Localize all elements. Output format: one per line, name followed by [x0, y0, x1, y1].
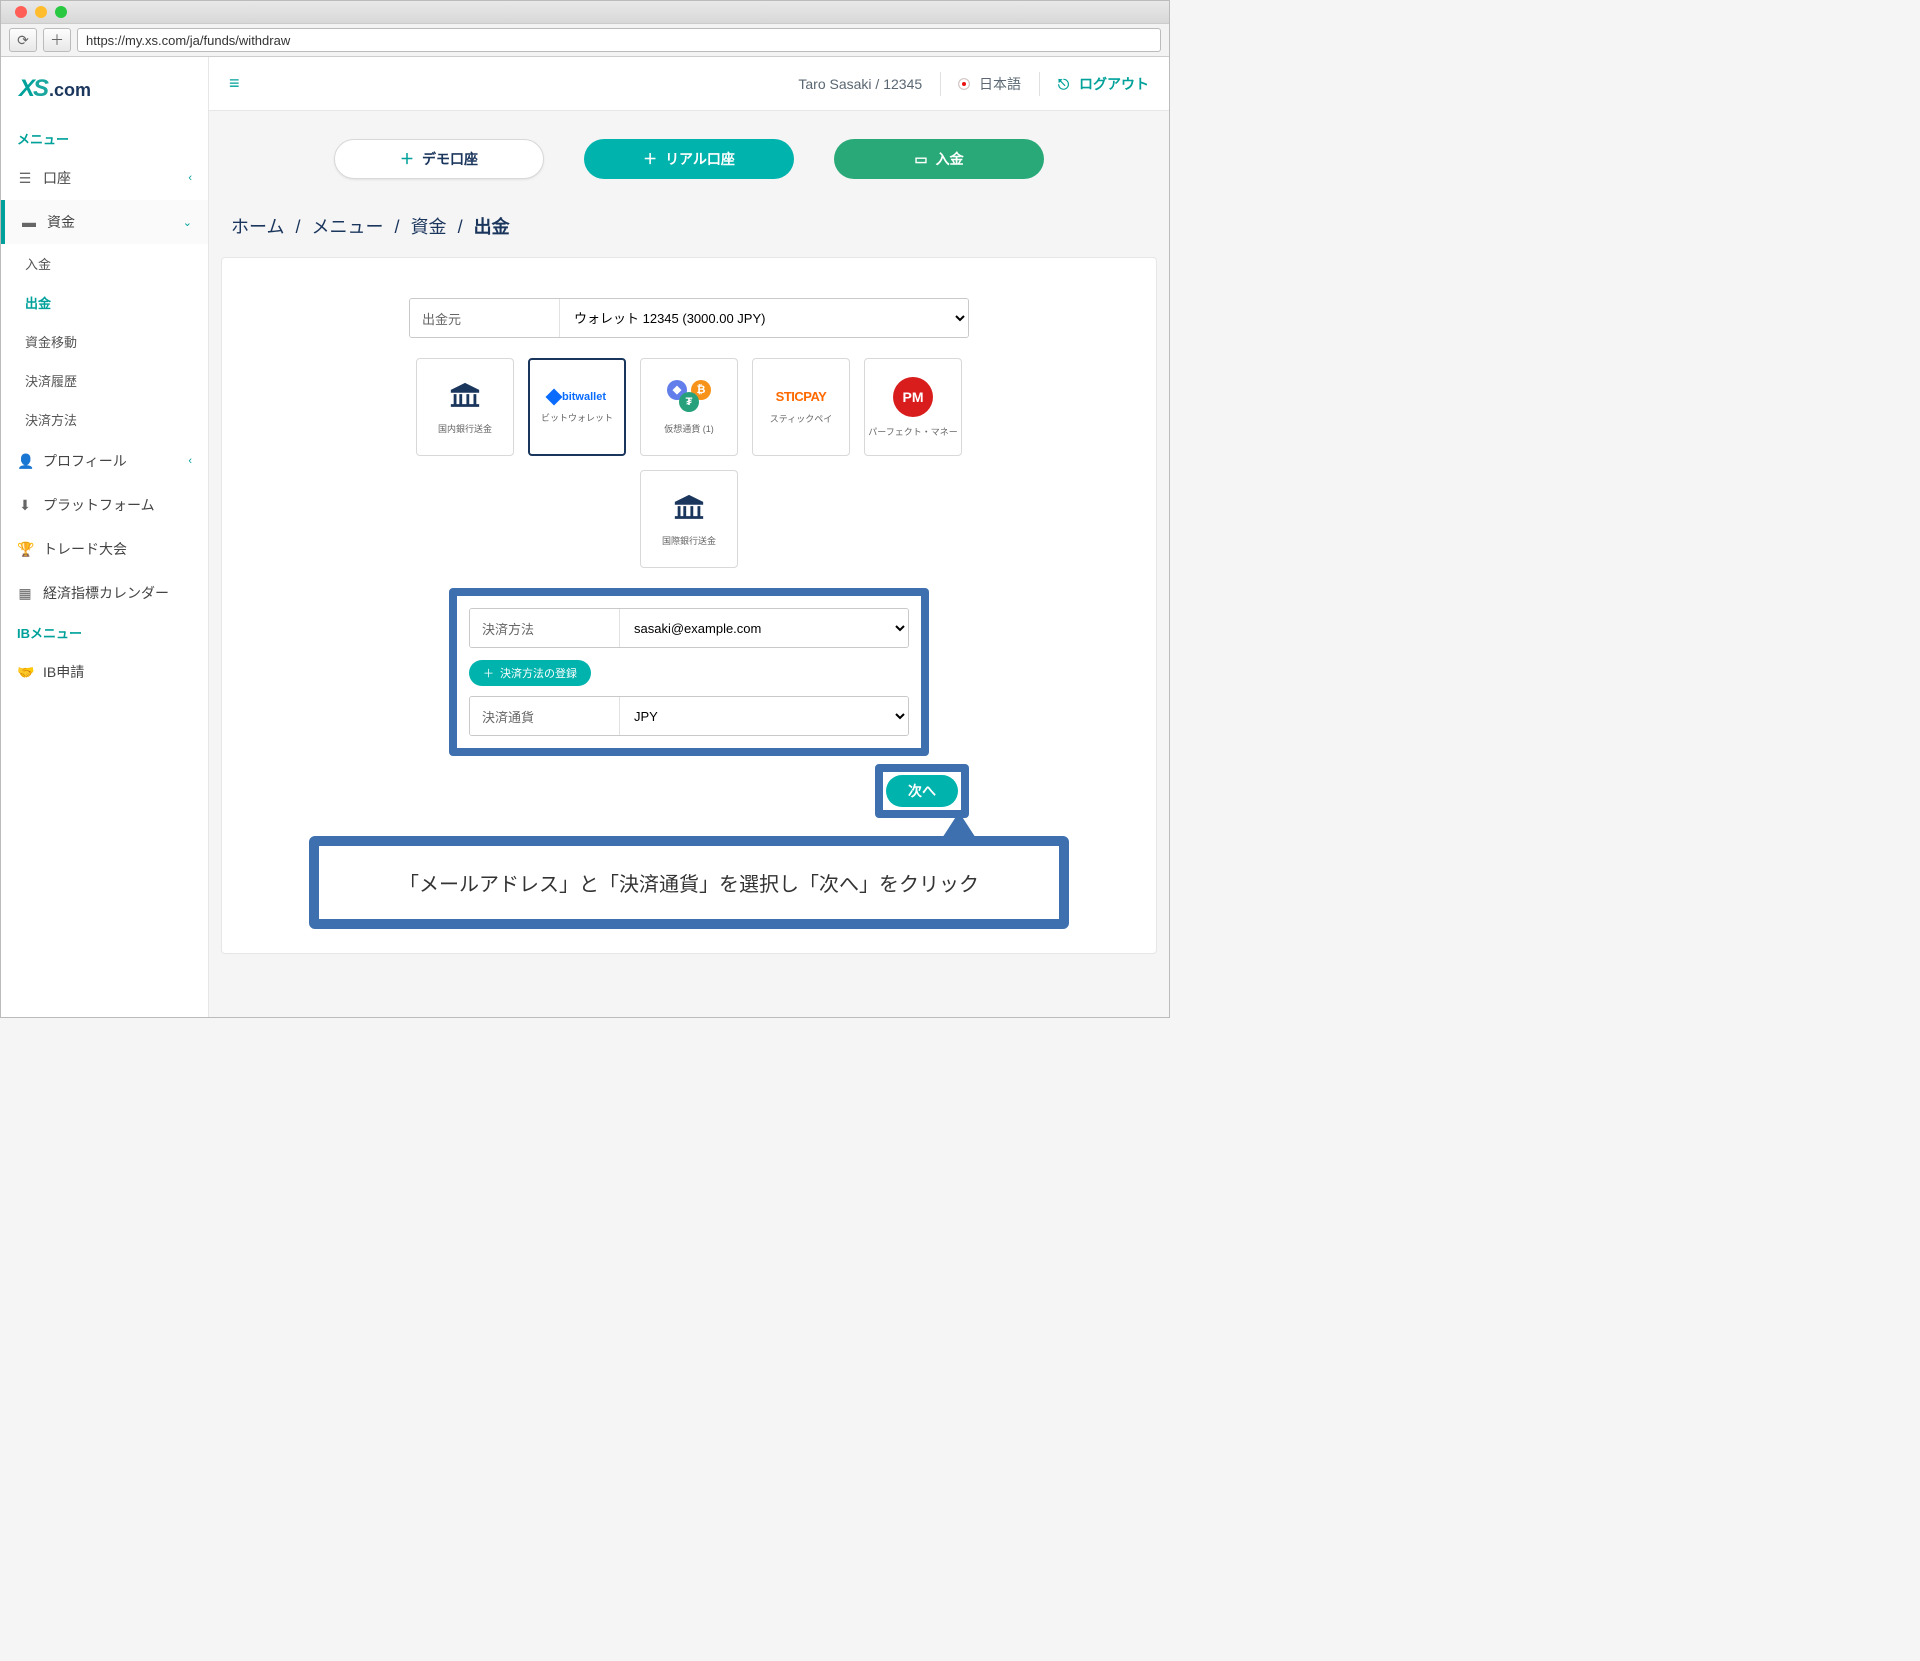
- crumb-funds[interactable]: 資金: [411, 217, 447, 237]
- window-min-icon[interactable]: [35, 6, 47, 18]
- list-icon: ☰: [17, 170, 33, 187]
- chevron-left-icon: ‹: [188, 455, 192, 467]
- language-switch[interactable]: 日本語: [959, 74, 1021, 94]
- crumb-menu[interactable]: メニュー: [312, 217, 384, 237]
- nav-ib-apply[interactable]: 🤝 IB申請: [1, 650, 208, 694]
- method-sticpay[interactable]: STICPAY スティックペイ: [752, 358, 850, 456]
- topbar: ≡ Taro Sasaki / 12345 日本語 ⎋ ログアウト: [209, 57, 1169, 111]
- url-text: https://my.xs.com/ja/funds/withdraw: [86, 33, 290, 48]
- browser-window: ⟳ ＋ https://my.xs.com/ja/funds/withdraw …: [0, 0, 1170, 1018]
- nav-profile[interactable]: 👤 プロフィール ‹: [1, 439, 208, 483]
- crypto-icon: ◆₿₮: [667, 380, 711, 414]
- method-perfect-money[interactable]: PM パーフェクト・マネー: [864, 358, 962, 456]
- withdraw-panel: 出金元 ウォレット 12345 (3000.00 JPY) 国内銀行送金: [221, 257, 1157, 954]
- open-live-button[interactable]: ＋ リアル口座: [584, 139, 794, 179]
- chevron-left-icon: ‹: [188, 172, 192, 184]
- handshake-icon: 🤝: [17, 664, 33, 681]
- browser-titlebar: [1, 1, 1169, 23]
- source-label: 出金元: [410, 299, 560, 337]
- bank-icon: [448, 380, 482, 414]
- currency-select[interactable]: JPY: [620, 697, 908, 735]
- deposit-button[interactable]: ▭ 入金: [834, 139, 1044, 179]
- app: X S .com メニュー ☰ 口座 ‹ ▬ 資金 ⌄ 入金 出金 資金移動 決…: [1, 57, 1169, 1017]
- payment-method-field: 決済方法 sasaki@example.com: [469, 608, 909, 648]
- currency-label: 決済通貨: [470, 697, 620, 735]
- ib-menu-header: IBメニュー: [1, 615, 208, 650]
- nav-platform[interactable]: ⬇ プラットフォーム: [1, 483, 208, 527]
- highlight-next: 次へ: [875, 764, 969, 818]
- address-bar[interactable]: https://my.xs.com/ja/funds/withdraw: [77, 28, 1161, 52]
- window-close-icon[interactable]: [15, 6, 27, 18]
- plus-icon: ＋: [483, 665, 494, 681]
- nav-contest[interactable]: 🏆 トレード大会: [1, 527, 208, 571]
- bank-icon: [672, 492, 706, 526]
- crumb-current: 出金: [474, 217, 510, 237]
- withdrawal-methods: 国内銀行送金 bitwallet ビットウォレット ◆₿₮: [409, 358, 969, 568]
- plus-icon: ＋: [400, 149, 414, 169]
- bitwallet-logo-icon: bitwallet: [548, 391, 606, 403]
- nav-sub-history[interactable]: 決済履歴: [1, 361, 208, 400]
- wallet-icon: ▬: [21, 214, 37, 230]
- nav-sub-withdraw[interactable]: 出金: [1, 283, 208, 322]
- topbar-user[interactable]: Taro Sasaki / 12345: [798, 76, 922, 92]
- next-button[interactable]: 次へ: [886, 775, 958, 807]
- crumb-home[interactable]: ホーム: [231, 217, 284, 237]
- brand-logo[interactable]: X S .com: [1, 69, 208, 121]
- calendar-icon: ▦: [17, 585, 33, 602]
- browser-toolbar: ⟳ ＋ https://my.xs.com/ja/funds/withdraw: [1, 23, 1169, 57]
- logout-icon: ⎋: [1058, 76, 1069, 92]
- nav-sub-methods[interactable]: 決済方法: [1, 400, 208, 439]
- source-select[interactable]: ウォレット 12345 (3000.00 JPY): [560, 299, 968, 337]
- menu-header: メニュー: [1, 121, 208, 156]
- highlight-payment-section: 決済方法 sasaki@example.com ＋ 決済方法の登録: [449, 588, 929, 756]
- perfect-money-logo-icon: PM: [893, 377, 933, 417]
- currency-field: 決済通貨 JPY: [469, 696, 909, 736]
- sidebar: X S .com メニュー ☰ 口座 ‹ ▬ 資金 ⌄ 入金 出金 資金移動 決…: [1, 57, 209, 1017]
- reload-button[interactable]: ⟳: [9, 28, 37, 52]
- source-field: 出金元 ウォレット 12345 (3000.00 JPY): [409, 298, 969, 338]
- card-icon: ▭: [914, 151, 927, 168]
- chevron-down-icon: ⌄: [183, 216, 192, 229]
- nav-funds[interactable]: ▬ 資金 ⌄: [1, 200, 208, 244]
- method-crypto[interactable]: ◆₿₮ 仮想通貨 (1): [640, 358, 738, 456]
- nav-calendar[interactable]: ▦ 経済指標カレンダー: [1, 571, 208, 615]
- open-demo-button[interactable]: ＋ デモ口座: [334, 139, 544, 179]
- nav-sub-transfer[interactable]: 資金移動: [1, 322, 208, 361]
- method-bitwallet[interactable]: bitwallet ビットウォレット: [528, 358, 626, 456]
- payment-method-label: 決済方法: [470, 609, 620, 647]
- action-row: ＋ デモ口座 ＋ リアル口座 ▭ 入金: [209, 111, 1169, 207]
- breadcrumb: ホーム / メニュー / 資金 / 出金: [209, 207, 1169, 257]
- sticpay-logo-icon: STICPAY: [776, 389, 827, 404]
- download-icon: ⬇: [17, 497, 33, 514]
- nav-sub-deposit[interactable]: 入金: [1, 244, 208, 283]
- instruction-callout: 「メールアドレス」と「決済通貨」を選択し「次へ」をクリック: [309, 836, 1069, 929]
- method-domestic-bank[interactable]: 国内銀行送金: [416, 358, 514, 456]
- method-intl-bank[interactable]: 国際銀行送金: [640, 470, 738, 568]
- nav-account[interactable]: ☰ 口座 ‹: [1, 156, 208, 200]
- japan-flag-icon: [959, 79, 969, 89]
- plus-icon: ＋: [643, 149, 657, 169]
- new-tab-button[interactable]: ＋: [43, 28, 71, 52]
- sidebar-toggle-icon[interactable]: ≡: [229, 73, 240, 94]
- trophy-icon: 🏆: [17, 541, 33, 558]
- next-wrap: 次へ: [409, 764, 969, 818]
- logout-link[interactable]: ⎋ ログアウト: [1058, 74, 1149, 94]
- user-icon: 👤: [17, 453, 33, 470]
- main: ≡ Taro Sasaki / 12345 日本語 ⎋ ログアウト ＋ デモ口座: [209, 57, 1169, 1017]
- payment-method-select[interactable]: sasaki@example.com: [620, 609, 908, 647]
- window-max-icon[interactable]: [55, 6, 67, 18]
- add-payment-method-button[interactable]: ＋ 決済方法の登録: [469, 660, 591, 686]
